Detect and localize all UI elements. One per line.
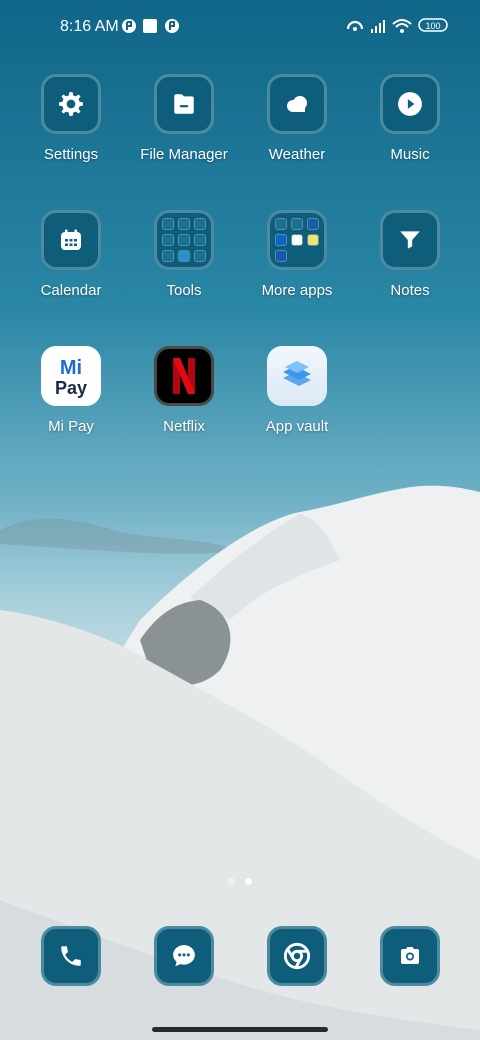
tools-folder[interactable]: Tools xyxy=(128,210,240,299)
app-label: Calendar xyxy=(40,282,102,299)
mini-app-icon xyxy=(162,234,174,246)
more-apps-folder-icon xyxy=(267,210,327,270)
home-gesture-bar[interactable] xyxy=(152,1027,328,1032)
calendar-app[interactable]: Calendar xyxy=(15,210,127,299)
mini-app-icon xyxy=(291,218,303,230)
notes-app[interactable]: Notes xyxy=(354,210,466,299)
app-label: Music xyxy=(390,146,430,163)
file-manager-app[interactable]: File Manager xyxy=(128,74,240,163)
camera-dock-app[interactable] xyxy=(354,926,466,986)
tools-folder-icon xyxy=(154,210,214,270)
app-label: App vault xyxy=(265,418,329,435)
mini-app-icon xyxy=(194,218,206,230)
app-label: Tools xyxy=(166,282,202,299)
app-notification-icon xyxy=(121,18,137,39)
mini-app-icon xyxy=(178,250,190,262)
folder-icon xyxy=(154,74,214,134)
svg-text:Mi: Mi xyxy=(60,357,82,379)
gear-icon xyxy=(41,74,101,134)
mini-app-icon xyxy=(194,234,206,246)
signal-icon xyxy=(369,18,387,39)
page-dot[interactable] xyxy=(228,878,235,885)
battery-level: 100 xyxy=(425,21,440,31)
app-notification-icon xyxy=(164,18,180,39)
weather-app[interactable]: Weather xyxy=(241,74,353,163)
mini-app-icon xyxy=(162,218,174,230)
app-label: Settings xyxy=(43,146,99,163)
play-icon xyxy=(380,74,440,134)
page-indicator xyxy=(0,878,480,885)
cloud-icon xyxy=(267,74,327,134)
settings-app[interactable]: Settings xyxy=(15,74,127,163)
battery-icon: 100 xyxy=(418,16,450,39)
app-label: More apps xyxy=(261,282,333,299)
calendar-icon xyxy=(41,210,101,270)
message-icon xyxy=(154,926,214,986)
booking-icon xyxy=(275,250,287,262)
mini-app-icon xyxy=(275,218,287,230)
status-bar: 8:16 AM 100 xyxy=(0,12,480,46)
app-label: Netflix xyxy=(163,418,205,435)
browser-dock-app[interactable] xyxy=(241,926,353,986)
status-time: 8:16 AM xyxy=(60,18,119,35)
music-app[interactable]: Music xyxy=(354,74,466,163)
mini-app-icon xyxy=(178,234,190,246)
phone-dock-app[interactable] xyxy=(15,926,127,986)
linkedin-icon xyxy=(275,234,287,246)
mini-app-icon xyxy=(178,218,190,230)
page-dot-active[interactable] xyxy=(245,878,252,885)
camera-icon xyxy=(380,926,440,986)
app-label: File Manager xyxy=(140,146,228,163)
mi-pay-app[interactable]: Mi Pay Mi Pay xyxy=(15,346,127,435)
more-apps-folder[interactable]: More apps xyxy=(241,210,353,299)
phone-icon xyxy=(41,926,101,986)
app-label: Notes xyxy=(390,282,430,299)
app-vault-app[interactable]: App vault xyxy=(241,346,353,435)
app-vault-icon xyxy=(267,346,327,406)
app-label: Weather xyxy=(268,146,326,163)
mini-app-icon xyxy=(307,234,319,246)
svg-text:Pay: Pay xyxy=(55,378,87,398)
notes-icon xyxy=(380,210,440,270)
mini-app-icon xyxy=(162,250,174,262)
mini-app-icon xyxy=(194,250,206,262)
hotspot-icon xyxy=(346,18,364,39)
messages-dock-app[interactable] xyxy=(128,926,240,986)
netflix-app[interactable]: Netflix xyxy=(128,346,240,435)
chrome-icon xyxy=(267,926,327,986)
mini-app-icon xyxy=(307,218,319,230)
wifi-icon xyxy=(392,18,412,39)
mini-app-icon xyxy=(291,234,303,246)
square-notification-icon xyxy=(142,18,158,39)
mi-pay-icon: Mi Pay xyxy=(41,346,101,406)
netflix-icon xyxy=(154,346,214,406)
app-label: Mi Pay xyxy=(48,418,94,435)
